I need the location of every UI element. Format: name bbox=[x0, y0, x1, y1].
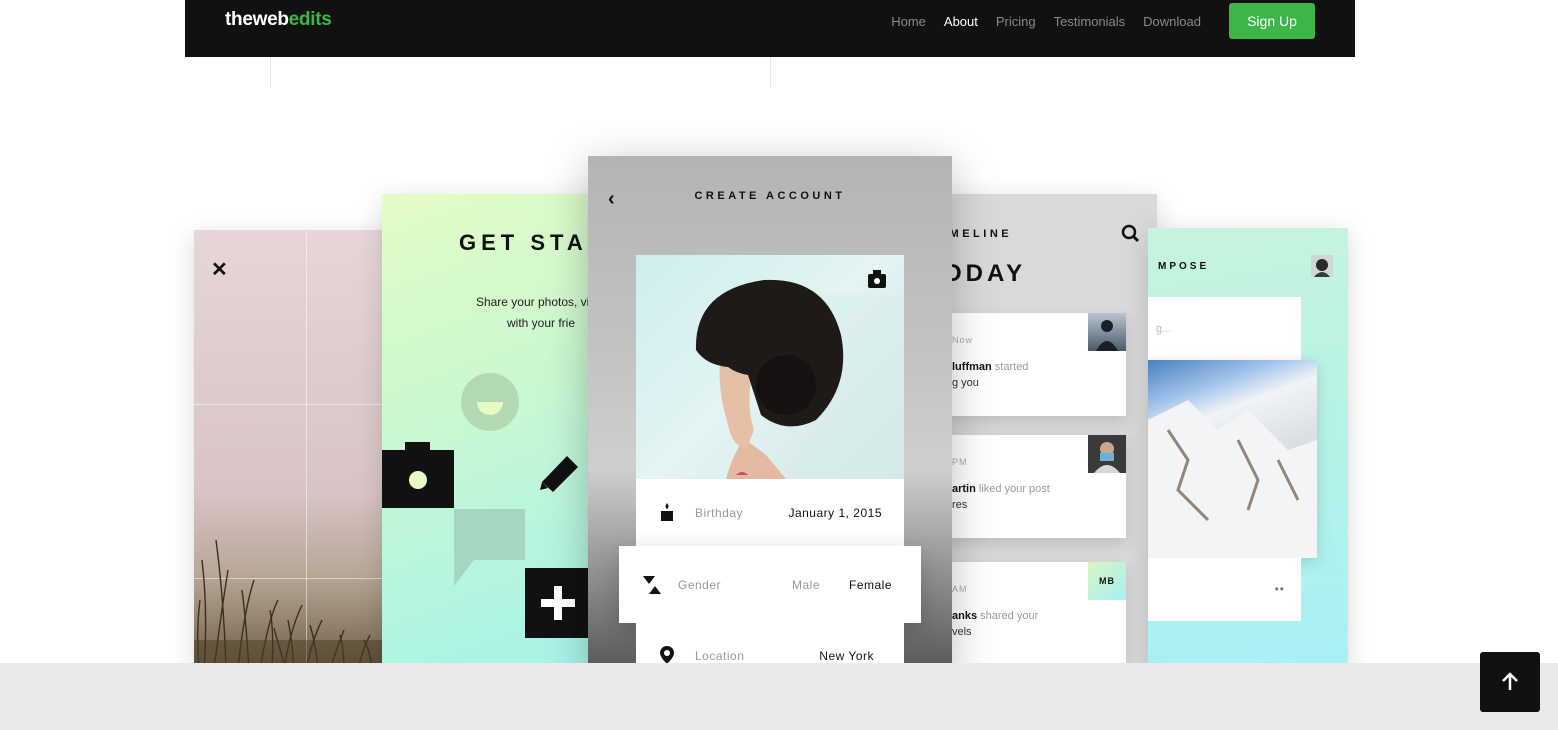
card-text: luffman started bbox=[952, 361, 1028, 373]
page-footer bbox=[0, 663, 1558, 730]
camera-icon[interactable] bbox=[868, 270, 886, 288]
compose-placeholder: g... bbox=[1156, 323, 1172, 335]
today-heading: ODAY bbox=[943, 260, 1027, 287]
card-user-name: luffman bbox=[952, 361, 992, 373]
chat-bubble-icon bbox=[454, 509, 525, 586]
card-subtext: res bbox=[952, 499, 968, 511]
gender-option-female[interactable]: Female bbox=[849, 578, 892, 592]
field-label: Birthday bbox=[695, 506, 744, 520]
get-started-screen: GET STA Share your photos, vid with your… bbox=[382, 194, 597, 663]
birthday-row[interactable]: Birthday January 1, 2015 bbox=[636, 479, 904, 547]
field-value: January 1, 2015 bbox=[788, 506, 882, 520]
card-subtext: g you bbox=[952, 377, 979, 389]
description-line: with your frie bbox=[506, 316, 576, 330]
initials-badge: MB bbox=[1088, 562, 1126, 600]
plus-icon bbox=[525, 568, 591, 638]
woman-portrait bbox=[695, 279, 904, 479]
gender-row[interactable]: Gender Male Female bbox=[619, 546, 921, 623]
timeline-screen: IMELINE ODAY Now luffman started g you P… bbox=[943, 194, 1157, 663]
profile-photo[interactable] bbox=[636, 255, 904, 479]
compose-options: •• bbox=[1148, 558, 1301, 621]
card-time: PM bbox=[952, 457, 968, 467]
crop-grid-line bbox=[194, 404, 394, 405]
card-user-name: artin bbox=[952, 483, 976, 495]
gender-icon bbox=[643, 576, 661, 594]
search-icon[interactable] bbox=[1121, 224, 1141, 244]
compose-input[interactable]: g... bbox=[1148, 297, 1301, 361]
card-time: Now bbox=[952, 335, 974, 345]
grass-image bbox=[194, 539, 394, 663]
compose-title: MPOSE bbox=[1158, 261, 1210, 272]
card-action: liked your post bbox=[978, 483, 1050, 495]
close-icon[interactable]: ✕ bbox=[211, 257, 228, 282]
field-label: Location bbox=[695, 649, 745, 663]
app-showcase: ✕ GET STA Share your photos, vid with yo… bbox=[0, 0, 1558, 663]
create-account-title: CREATE ACCOUNT bbox=[694, 190, 846, 202]
timeline-card[interactable]: PM artin liked your post res bbox=[943, 435, 1126, 538]
compose-screen: MPOSE g... •• bbox=[1148, 228, 1348, 663]
card-subtext: vels bbox=[952, 626, 972, 638]
attached-photo bbox=[1148, 360, 1317, 558]
more-options-icon[interactable]: •• bbox=[1275, 582, 1285, 596]
timeline-title: IMELINE bbox=[943, 228, 1013, 240]
photo-crop-screen: ✕ bbox=[194, 230, 394, 663]
field-value: New York bbox=[819, 649, 874, 663]
field-label: Gender bbox=[678, 577, 722, 592]
avatar bbox=[1088, 313, 1126, 351]
card-time: AM bbox=[952, 584, 968, 594]
arrow-up-icon bbox=[1502, 672, 1518, 690]
scroll-to-top-button[interactable] bbox=[1480, 652, 1540, 712]
feature-icons bbox=[382, 373, 591, 638]
description-line: Share your photos, vid bbox=[475, 295, 597, 309]
pencil-icon bbox=[540, 456, 578, 492]
location-pin-icon bbox=[660, 646, 674, 663]
card-text: artin liked your post bbox=[952, 483, 1050, 495]
timeline-card[interactable]: Now luffman started g you bbox=[943, 313, 1126, 416]
card-user-name: anks bbox=[952, 610, 978, 622]
gender-option-male[interactable]: Male bbox=[792, 578, 820, 592]
card-action: shared your bbox=[980, 610, 1039, 622]
timeline-card[interactable]: AM anks shared your vels MB bbox=[943, 562, 1126, 663]
get-started-title: GET STA bbox=[459, 230, 588, 255]
avatar bbox=[1088, 435, 1126, 473]
cake-icon bbox=[661, 503, 673, 521]
card-action: started bbox=[994, 361, 1029, 373]
avatar[interactable] bbox=[1311, 255, 1333, 277]
smile-icon bbox=[461, 373, 519, 431]
location-row[interactable]: Location New York bbox=[636, 623, 904, 663]
get-started-description: Share your photos, vid with your frie bbox=[456, 292, 597, 334]
card-text: anks shared your bbox=[952, 610, 1038, 622]
camera-icon bbox=[382, 442, 454, 508]
create-account-screen: ‹ CREATE ACCOUNT Birthday January 1, 201… bbox=[588, 156, 952, 663]
